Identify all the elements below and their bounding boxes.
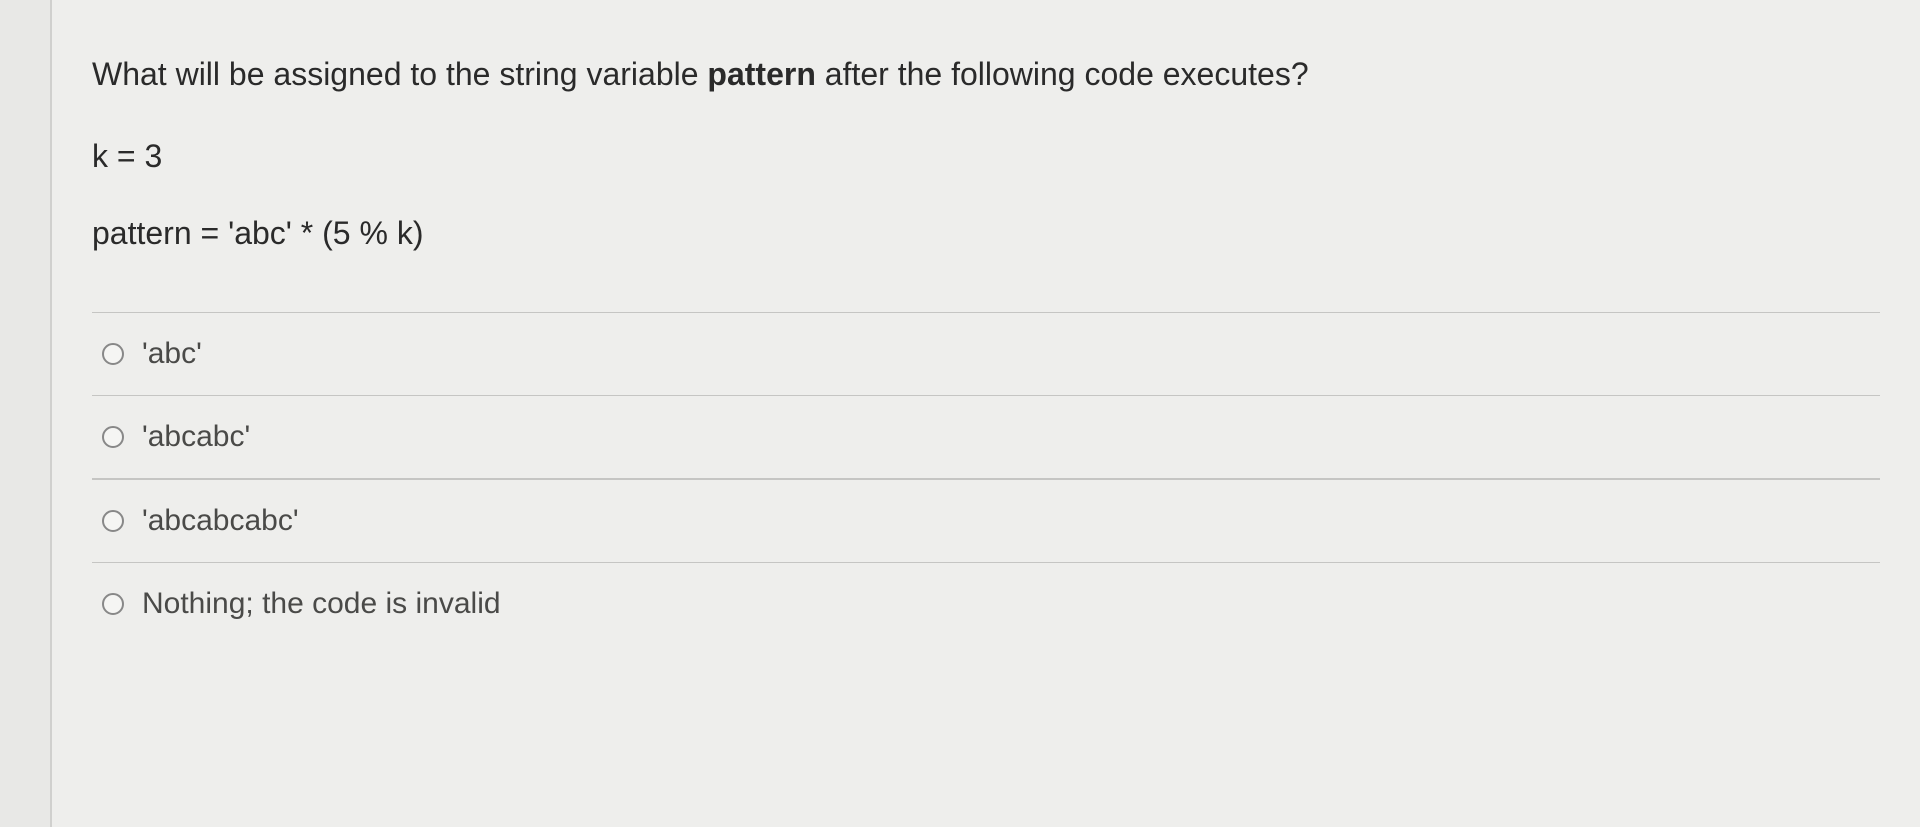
radio-icon[interactable] bbox=[102, 593, 124, 615]
question-container: What will be assigned to the string vari… bbox=[50, 0, 1920, 827]
radio-icon[interactable] bbox=[102, 343, 124, 365]
radio-icon[interactable] bbox=[102, 510, 124, 532]
code-line-2: pattern = 'abc' * (5 % k) bbox=[92, 215, 1880, 252]
option-row[interactable]: 'abcabc' bbox=[92, 395, 1880, 479]
option-label: 'abcabcabc' bbox=[142, 504, 299, 538]
question-prefix: What will be assigned to the string vari… bbox=[92, 56, 707, 92]
code-line-1: k = 3 bbox=[92, 138, 1880, 175]
code-block: k = 3 pattern = 'abc' * (5 % k) bbox=[92, 138, 1880, 252]
option-label: 'abcabc' bbox=[142, 420, 250, 454]
option-row[interactable]: Nothing; the code is invalid bbox=[92, 562, 1880, 645]
option-label: 'abc' bbox=[142, 337, 202, 371]
options-list: 'abc' 'abcabc' 'abcabcabc' Nothing; the … bbox=[92, 312, 1880, 645]
question-stem: What will be assigned to the string vari… bbox=[92, 50, 1880, 98]
option-label: Nothing; the code is invalid bbox=[142, 587, 501, 621]
radio-icon[interactable] bbox=[102, 426, 124, 448]
question-bold: pattern bbox=[707, 56, 815, 92]
question-suffix: after the following code executes? bbox=[816, 56, 1309, 92]
option-row[interactable]: 'abc' bbox=[92, 312, 1880, 395]
option-row[interactable]: 'abcabcabc' bbox=[92, 479, 1880, 562]
